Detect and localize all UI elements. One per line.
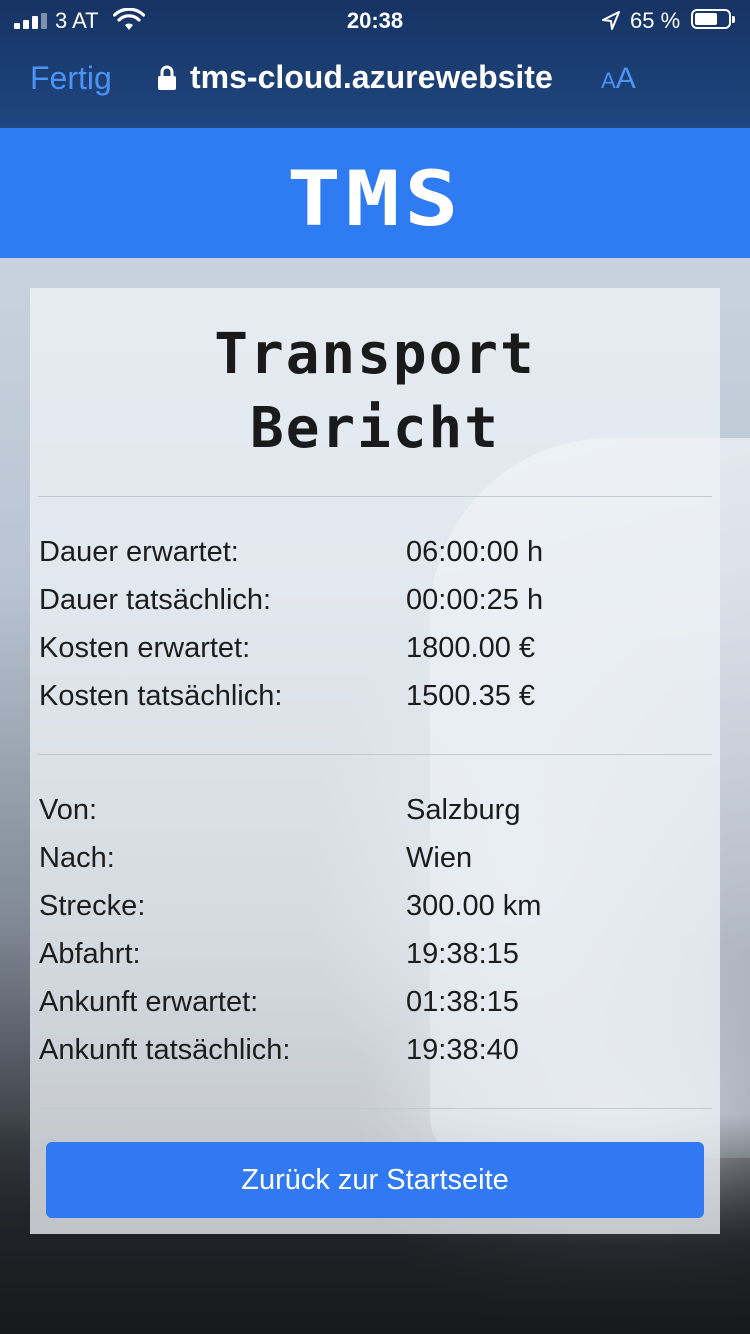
- location-arrow-icon: [602, 11, 620, 30]
- browser-chrome: 3 AT 20:38 65 % Fertig tms-cloud.azurewe…: [0, 0, 750, 128]
- row-value: 06:00:00 h: [406, 536, 544, 568]
- text-size-button[interactable]: AA: [601, 62, 636, 96]
- report-row-departure: Abfahrt: 19:38:15: [39, 938, 711, 986]
- done-button[interactable]: Fertig: [30, 60, 112, 97]
- divider: [38, 754, 712, 755]
- report-row-arrival-expected: Ankunft erwartet: 01:38:15: [39, 986, 711, 1034]
- row-label: Dauer erwartet:: [39, 536, 239, 568]
- report-row-arrival-actual: Ankunft tatsächlich: 19:38:40: [39, 1034, 711, 1082]
- row-value: 1800.00 €: [406, 632, 536, 664]
- row-label: Abfahrt:: [39, 938, 141, 970]
- status-bar: 3 AT 20:38 65 %: [0, 0, 750, 40]
- row-label: Nach:: [39, 842, 115, 874]
- site-logo[interactable]: TMS: [0, 154, 750, 243]
- browser-address-bar: Fertig tms-cloud.azurewebsite AA: [0, 50, 750, 110]
- row-label: Dauer tatsächlich:: [39, 584, 272, 616]
- row-label: Kosten tatsächlich:: [39, 680, 283, 712]
- row-label: Ankunft erwartet:: [39, 986, 259, 1018]
- transport-report-card: Transport Bericht Dauer erwartet: 06:00:…: [30, 288, 720, 1234]
- battery-percent: 65 %: [630, 8, 681, 33]
- report-row-duration-actual: Dauer tatsächlich: 00:00:25 h: [39, 584, 711, 632]
- back-to-home-button[interactable]: Zurück zur Startseite: [46, 1142, 704, 1218]
- row-label: Von:: [39, 794, 98, 826]
- title-line-2: Bericht: [249, 396, 500, 461]
- row-value: 00:00:25 h: [406, 584, 544, 616]
- row-label: Kosten erwartet:: [39, 632, 251, 664]
- row-value: 1500.35 €: [406, 680, 536, 712]
- report-row-cost-actual: Kosten tatsächlich: 1500.35 €: [39, 680, 711, 728]
- text-size-large-label: A: [615, 62, 636, 95]
- battery-icon: [691, 9, 735, 29]
- report-row-cost-expected: Kosten erwartet: 1800.00 €: [39, 632, 711, 680]
- row-value: Wien: [406, 842, 473, 874]
- lock-icon: [158, 65, 176, 90]
- row-label: Ankunft tatsächlich:: [39, 1034, 291, 1066]
- url-field[interactable]: tms-cloud.azurewebsite: [190, 59, 553, 96]
- divider: [38, 496, 712, 497]
- row-value: 300.00 km: [406, 890, 542, 922]
- page-title: Transport Bericht: [30, 318, 720, 466]
- row-value: 19:38:15: [406, 938, 519, 970]
- title-line-1: Transport: [214, 322, 536, 387]
- row-value: 01:38:15: [406, 986, 519, 1018]
- row-value: Salzburg: [406, 794, 521, 826]
- report-row-distance: Strecke: 300.00 km: [39, 890, 711, 938]
- text-size-small-label: A: [601, 68, 616, 93]
- divider: [38, 1108, 712, 1109]
- report-row-from: Von: Salzburg: [39, 794, 711, 842]
- row-value: 19:38:40: [406, 1034, 519, 1066]
- site-header: TMS: [0, 128, 750, 258]
- report-row-duration-expected: Dauer erwartet: 06:00:00 h: [39, 536, 711, 584]
- report-row-to: Nach: Wien: [39, 842, 711, 890]
- row-label: Strecke:: [39, 890, 146, 922]
